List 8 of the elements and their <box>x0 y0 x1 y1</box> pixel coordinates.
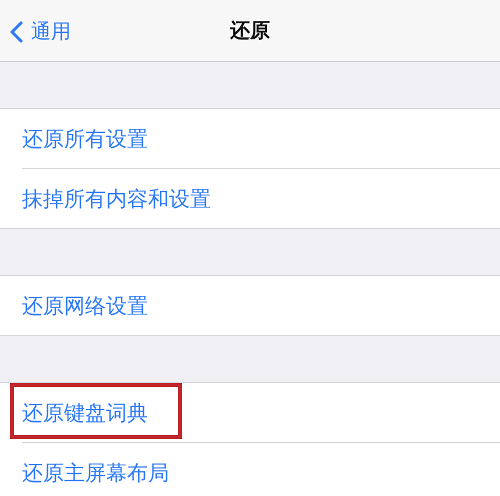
settings-row[interactable]: 抹掉所有内容和设置 <box>22 169 500 228</box>
settings-row[interactable]: 还原所有设置 <box>22 109 500 169</box>
settings-row[interactable]: 还原网络设置 <box>22 276 500 335</box>
back-button[interactable]: 通用 <box>10 18 71 45</box>
back-chevron-icon <box>10 20 23 42</box>
screen-title: 还原 <box>230 17 270 44</box>
settings-row[interactable]: 还原主屏幕布局 <box>22 443 500 496</box>
settings-row[interactable]: 还原键盘词典 <box>22 383 500 443</box>
